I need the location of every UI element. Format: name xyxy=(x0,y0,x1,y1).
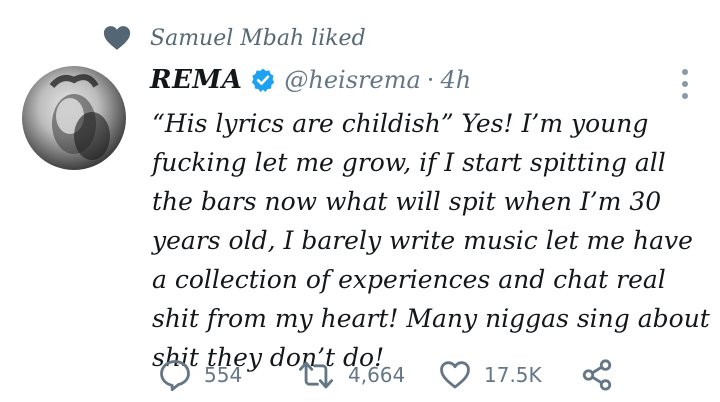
handle[interactable]: @heisrema xyxy=(284,66,420,94)
reply-icon xyxy=(160,360,190,392)
tweet-actions: 554 4,664 17.5K xyxy=(150,355,630,395)
tweet-text: “His lyrics are childish” Yes! I’m young… xyxy=(152,109,710,372)
timestamp[interactable]: 4h xyxy=(440,66,471,94)
like-heart-icon xyxy=(440,361,470,389)
avatar[interactable] xyxy=(22,66,126,170)
display-name[interactable]: REMA xyxy=(150,65,242,95)
share-icon xyxy=(582,359,612,391)
reply-button[interactable]: 554 xyxy=(158,355,242,395)
like-count: 17.5K xyxy=(484,363,542,387)
verified-badge-icon xyxy=(252,68,275,93)
share-button[interactable] xyxy=(580,355,614,395)
like-button[interactable]: 17.5K xyxy=(438,355,542,395)
retweet-count: 4,664 xyxy=(348,363,406,387)
tweet-header: REMA @heisrema · 4h xyxy=(150,60,690,100)
separator: · xyxy=(426,66,435,94)
retweet-button[interactable]: 4,664 xyxy=(296,355,405,395)
retweet-icon xyxy=(299,361,334,389)
social-context-text: Samuel Mbah liked xyxy=(150,25,366,51)
heart-icon xyxy=(103,26,131,50)
more-options-icon[interactable] xyxy=(678,66,692,102)
social-context: Samuel Mbah liked xyxy=(102,22,366,54)
reply-count: 554 xyxy=(204,363,243,387)
avatar-image xyxy=(49,74,110,160)
